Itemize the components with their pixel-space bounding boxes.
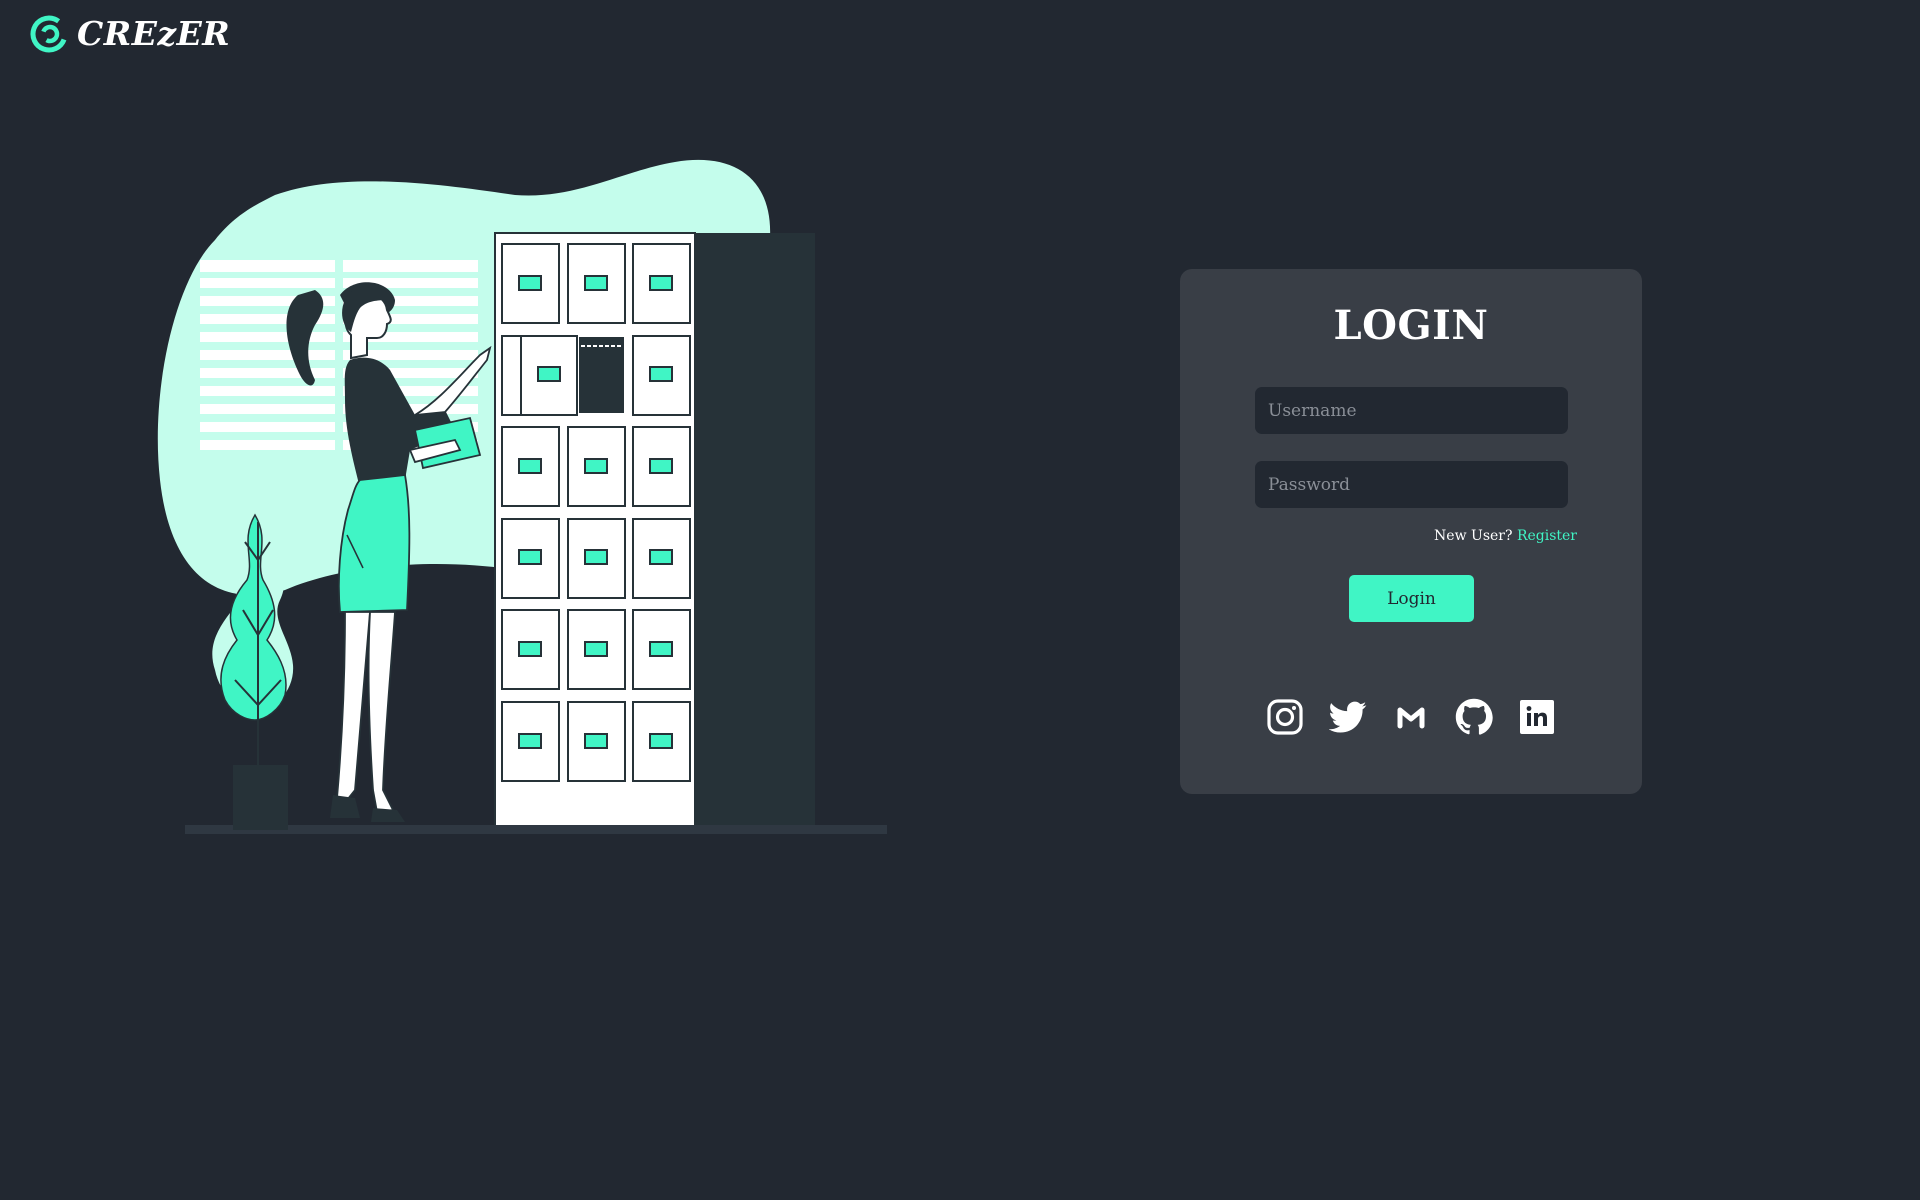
crezer-logo-icon xyxy=(30,15,68,53)
twitter-link[interactable] xyxy=(1329,697,1367,737)
register-prompt: New User? Register xyxy=(1255,528,1577,544)
username-input[interactable] xyxy=(1255,387,1568,434)
register-link[interactable]: Register xyxy=(1517,528,1577,544)
gmail-link[interactable] xyxy=(1392,697,1430,737)
twitter-icon xyxy=(1329,701,1367,733)
linkedin-icon xyxy=(1520,700,1554,734)
brand-logo[interactable]: CREzER xyxy=(29,12,230,56)
github-link[interactable] xyxy=(1455,697,1493,737)
instagram-icon xyxy=(1267,699,1303,735)
gmail-icon xyxy=(1397,707,1425,729)
github-icon xyxy=(1455,698,1493,735)
new-user-text: New User? xyxy=(1434,528,1513,544)
login-page: CREzER LOGIN Username New User? Register… xyxy=(0,0,1920,1200)
brand-name: CREzER xyxy=(77,14,231,53)
password-input[interactable] xyxy=(1255,461,1568,508)
instagram-link[interactable] xyxy=(1266,697,1304,737)
social-links xyxy=(1266,697,1556,737)
woman-filing-cabinet-illustration xyxy=(157,159,887,834)
linkedin-link[interactable] xyxy=(1518,697,1556,737)
login-button[interactable]: Login xyxy=(1349,575,1474,622)
login-title: LOGIN xyxy=(1333,302,1489,349)
